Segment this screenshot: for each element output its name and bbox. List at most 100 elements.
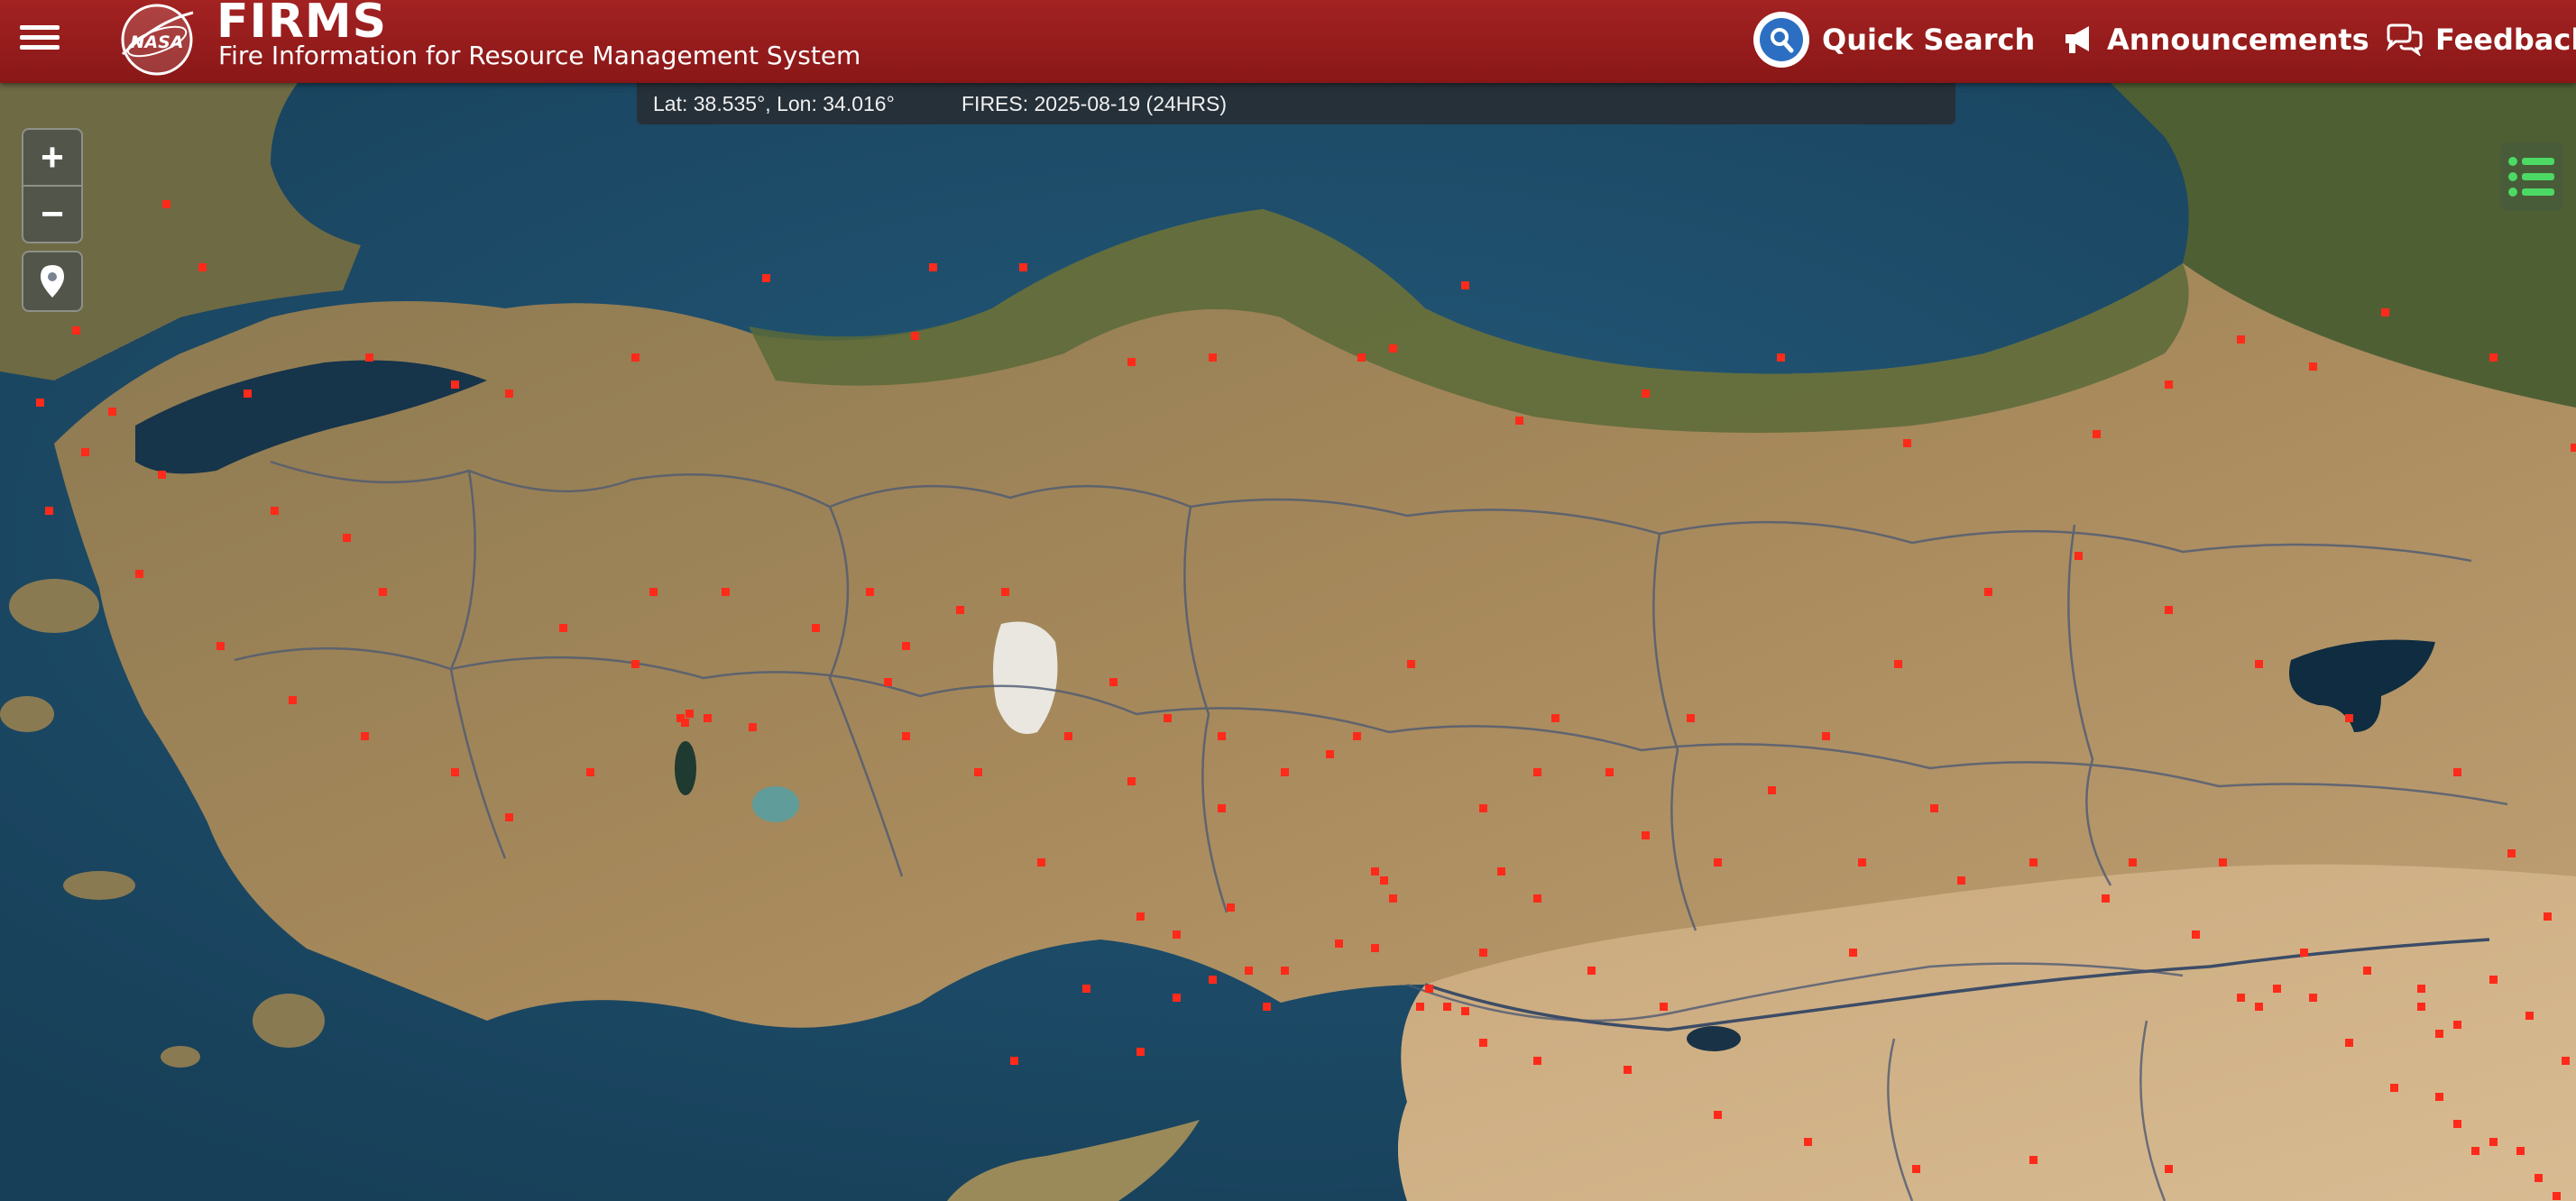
fire-detection-marker[interactable]: [1515, 417, 1523, 425]
fire-detection-marker[interactable]: [1082, 985, 1090, 993]
fire-detection-marker[interactable]: [902, 642, 910, 650]
fire-detection-marker[interactable]: [1642, 831, 1650, 839]
fire-detection-marker[interactable]: [2237, 994, 2245, 1002]
fire-detection-marker[interactable]: [1443, 1003, 1451, 1011]
fire-detection-marker[interactable]: [2237, 335, 2245, 344]
fire-detection-marker[interactable]: [1209, 353, 1217, 362]
fire-detection-marker[interactable]: [974, 768, 982, 776]
fire-detection-marker[interactable]: [72, 326, 80, 335]
fire-detection-marker[interactable]: [1479, 949, 1487, 957]
feedback-button[interactable]: Feedback: [2385, 14, 2576, 65]
fire-detection-marker[interactable]: [108, 408, 116, 416]
fire-detection-marker[interactable]: [1497, 867, 1505, 876]
fire-detection-marker[interactable]: [1164, 714, 1172, 722]
fire-detection-marker[interactable]: [1001, 588, 1009, 596]
fire-detection-marker[interactable]: [1957, 876, 1965, 885]
fire-detection-marker[interactable]: [1660, 1003, 1668, 1011]
fire-detection-marker[interactable]: [1218, 732, 1226, 740]
fire-detection-marker[interactable]: [1605, 768, 1614, 776]
fire-detection-marker[interactable]: [2219, 858, 2227, 866]
fire-detection-marker[interactable]: [1064, 732, 1072, 740]
fire-detection-marker[interactable]: [2435, 1030, 2443, 1038]
fire-detection-marker[interactable]: [749, 723, 757, 731]
fire-detection-marker[interactable]: [1281, 967, 1289, 975]
fire-detection-marker[interactable]: [2571, 444, 2576, 452]
fire-detection-marker[interactable]: [586, 768, 594, 776]
fire-detection-marker[interactable]: [135, 570, 143, 578]
fire-detection-marker[interactable]: [2453, 1120, 2461, 1128]
layers-button[interactable]: [2500, 142, 2563, 211]
fire-detection-marker[interactable]: [1109, 678, 1118, 686]
fire-detection-marker[interactable]: [2390, 1084, 2398, 1092]
fire-detection-marker[interactable]: [1912, 1165, 1920, 1173]
fire-detection-marker[interactable]: [2300, 949, 2308, 957]
fire-detection-marker[interactable]: [762, 274, 770, 282]
fire-detection-marker[interactable]: [2309, 994, 2317, 1002]
fire-detection-marker[interactable]: [2165, 606, 2173, 614]
fire-detection-marker[interactable]: [2029, 858, 2038, 866]
fire-detection-marker[interactable]: [1173, 994, 1181, 1002]
fire-detection-marker[interactable]: [1461, 281, 1469, 289]
fire-detection-marker[interactable]: [1894, 660, 1902, 668]
fire-detection-marker[interactable]: [559, 624, 567, 632]
fire-detection-marker[interactable]: [2129, 858, 2137, 866]
fire-detection-marker[interactable]: [1353, 732, 1361, 740]
fire-detection-marker[interactable]: [1903, 439, 1911, 447]
fire-detection-marker[interactable]: [2363, 967, 2371, 975]
fire-detection-marker[interactable]: [1173, 931, 1181, 939]
fire-detection-marker[interactable]: [1624, 1066, 1632, 1074]
fire-detection-marker[interactable]: [1930, 804, 1938, 812]
fire-detection-marker[interactable]: [216, 642, 225, 650]
fire-detection-marker[interactable]: [911, 332, 919, 340]
fire-detection-marker[interactable]: [1461, 1007, 1469, 1015]
fire-detection-marker[interactable]: [681, 719, 689, 727]
fire-detection-marker[interactable]: [1263, 1003, 1271, 1011]
fire-detection-marker[interactable]: [1136, 912, 1145, 921]
fire-detection-marker[interactable]: [1389, 344, 1397, 353]
zoom-out-button[interactable]: −: [23, 185, 81, 242]
fire-detection-marker[interactable]: [158, 471, 166, 479]
fire-detection-marker[interactable]: [1551, 714, 1559, 722]
fire-detection-marker[interactable]: [451, 380, 459, 389]
fire-detection-marker[interactable]: [451, 768, 459, 776]
fire-detection-marker[interactable]: [2075, 552, 2083, 560]
fire-detection-marker[interactable]: [1416, 1003, 1424, 1011]
fire-detection-marker[interactable]: [1371, 867, 1379, 876]
locate-button[interactable]: [22, 251, 83, 312]
fire-detection-marker[interactable]: [2489, 1138, 2498, 1146]
fire-detection-marker[interactable]: [1281, 768, 1289, 776]
fire-detection-marker[interactable]: [649, 588, 658, 596]
fire-detection-marker[interactable]: [198, 263, 207, 271]
fire-detection-marker[interactable]: [866, 588, 874, 596]
quick-search-button[interactable]: Quick Search: [1753, 12, 2035, 68]
fire-detection-marker[interactable]: [1533, 894, 1541, 903]
fire-detection-marker[interactable]: [45, 507, 53, 515]
fire-detection-marker[interactable]: [2102, 894, 2110, 903]
fire-detection-marker[interactable]: [505, 813, 513, 821]
fire-detection-marker[interactable]: [722, 588, 730, 596]
fire-detection-marker[interactable]: [2562, 1057, 2570, 1065]
fire-detection-marker[interactable]: [1687, 714, 1695, 722]
announcements-button[interactable]: Announcements: [2062, 14, 2369, 65]
fire-detection-marker[interactable]: [2309, 362, 2317, 371]
fire-detection-marker[interactable]: [1533, 768, 1541, 776]
fire-detection-marker[interactable]: [1407, 660, 1415, 668]
fire-detection-marker[interactable]: [2516, 1147, 2525, 1155]
fire-detection-marker[interactable]: [929, 263, 937, 271]
fire-detection-marker[interactable]: [1335, 940, 1343, 948]
fire-detection-marker[interactable]: [162, 200, 170, 208]
fire-detection-marker[interactable]: [902, 732, 910, 740]
fire-detection-marker[interactable]: [1136, 1048, 1145, 1056]
fire-detection-marker[interactable]: [289, 696, 297, 704]
fire-detection-marker[interactable]: [1804, 1138, 1812, 1146]
fire-detection-marker[interactable]: [2165, 1165, 2173, 1173]
fire-detection-marker[interactable]: [36, 399, 44, 407]
fire-detection-marker[interactable]: [1425, 985, 1433, 993]
fire-detection-marker[interactable]: [884, 678, 892, 686]
fire-detection-marker[interactable]: [631, 660, 639, 668]
fire-detection-marker[interactable]: [1245, 967, 1253, 975]
fire-detection-marker[interactable]: [361, 732, 369, 740]
fire-detection-marker[interactable]: [2093, 430, 2101, 438]
fire-detection-marker[interactable]: [2029, 1156, 2038, 1164]
fire-detection-marker[interactable]: [812, 624, 820, 632]
